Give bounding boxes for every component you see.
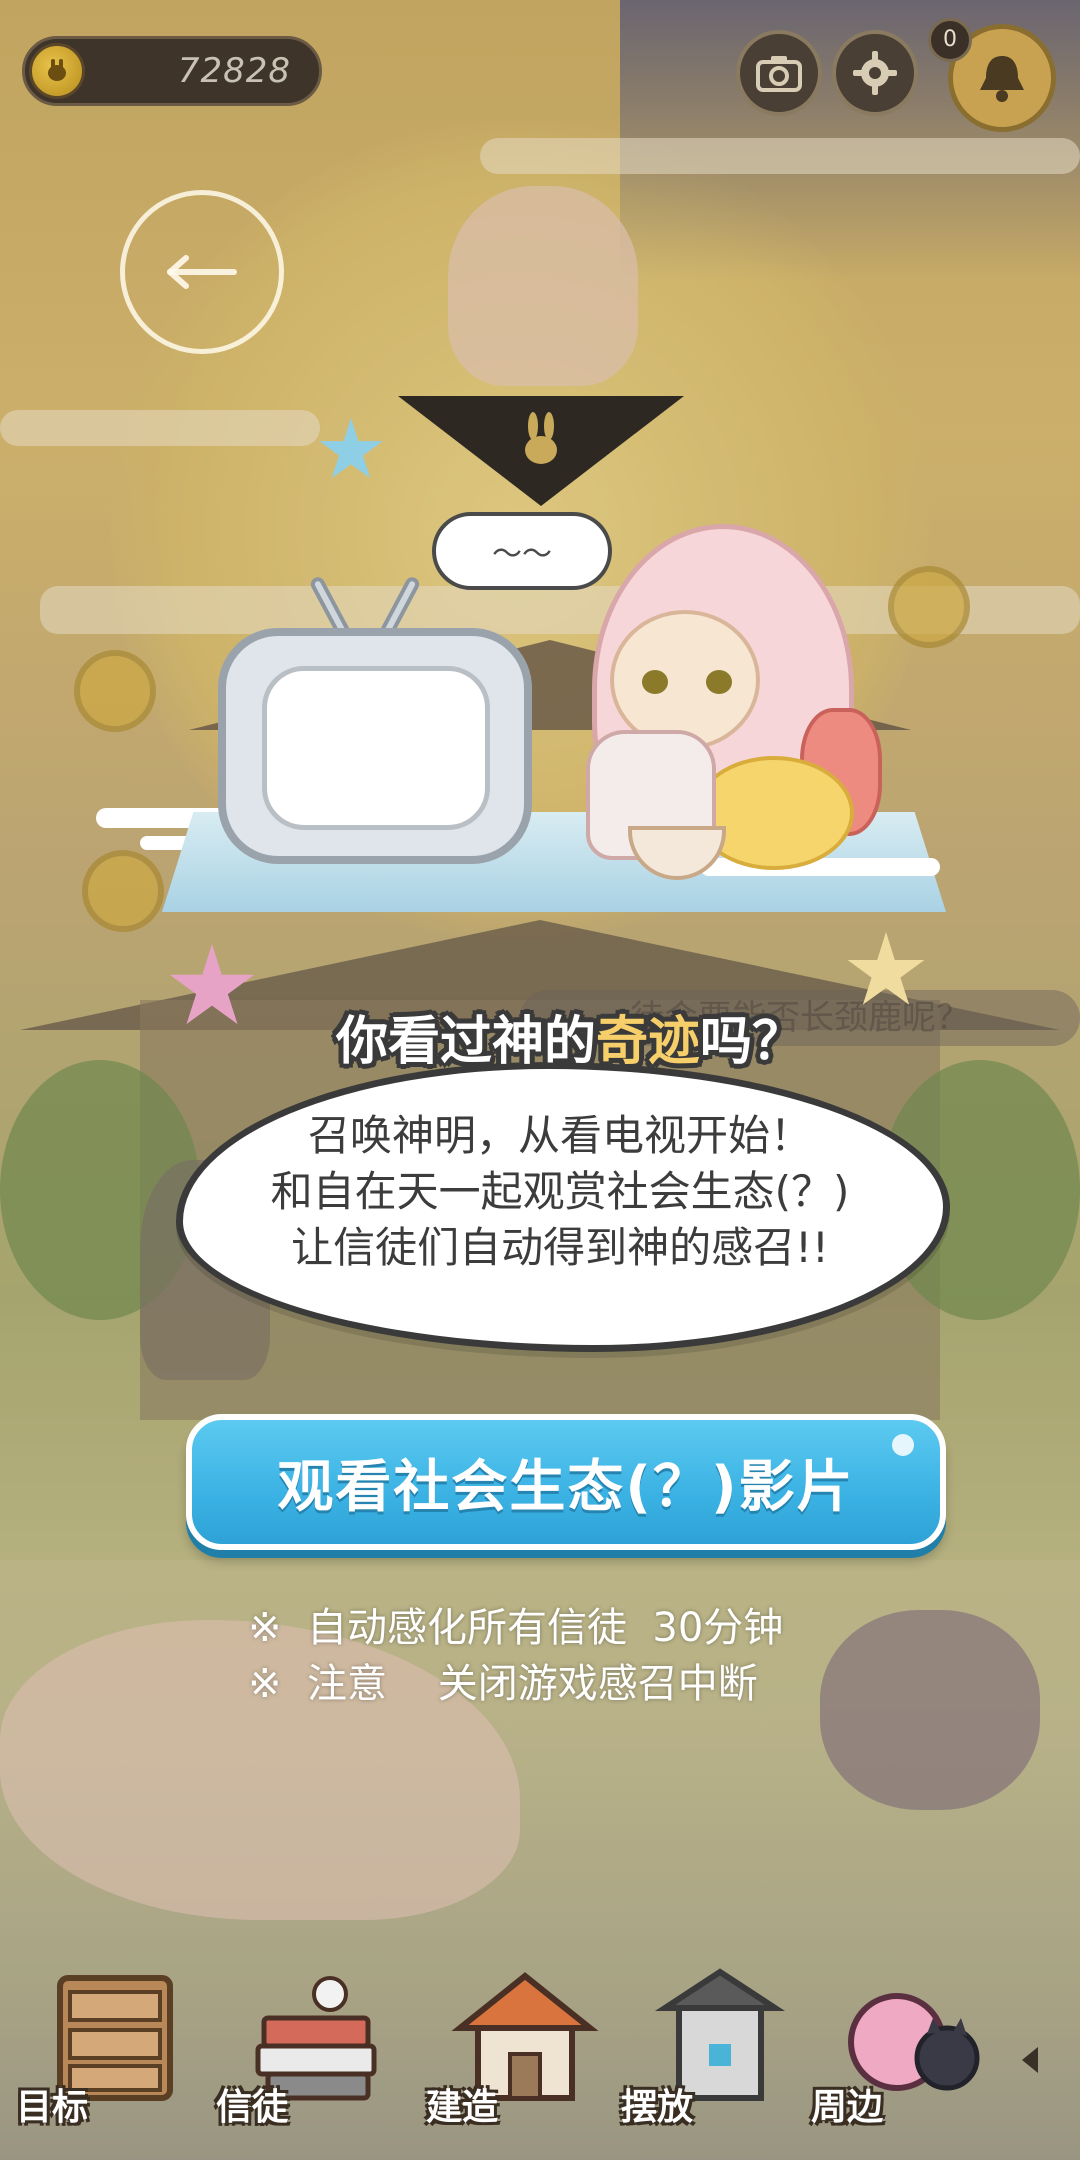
coin-icon [29, 43, 85, 99]
gear-icon [853, 51, 897, 95]
thought-bubble: 〜〜 [432, 512, 612, 590]
game-screen: 待会要能否长颈鹿呢？ 72828 0 〜〜 你看过神的奇迹吗？ 召唤神明，从看电… [0, 0, 1080, 2160]
nav-scroll-button[interactable] [1012, 2042, 1048, 2078]
note-duration: ※ 自动感化所有信徒 30分钟 [248, 1605, 784, 1651]
nav-label: 建造 [426, 2087, 499, 2128]
thought-scribble: 〜〜 [492, 537, 552, 572]
tv-screen [262, 666, 490, 830]
title-highlight: 奇迹 [595, 1012, 700, 1072]
nav-item-build[interactable]: 建造 [420, 1940, 620, 2160]
nav-label: 信徒 [216, 2087, 289, 2128]
title-text: 你看过神的 [335, 1012, 596, 1072]
chevron-left-icon [1022, 2047, 1038, 2073]
nav-label: 目标 [16, 2087, 89, 2128]
coin-counter: 72828 [22, 36, 322, 106]
description-line: 召唤神明，从看电视开始！ [307, 1111, 812, 1160]
nav-item-goals[interactable]: 目标 [10, 1940, 210, 2160]
television-icon [218, 628, 532, 864]
nav-item-place[interactable]: 摆放 [615, 1940, 815, 2160]
popup-description: 召唤神明，从看电视开始！ 和自在天一起观赏社会生态(？) 让信徒们自动得到神的感… [210, 1108, 910, 1276]
settings-button[interactable] [832, 30, 918, 116]
bottom-nav: 目标 信徒 建造 摆放 周边 [0, 1940, 1080, 2160]
description-line: 让信徒们自动得到神的感召!! [291, 1223, 829, 1272]
eye [642, 670, 668, 694]
camera-icon [756, 56, 802, 92]
note-warning: ※ 注意 关闭游戏感召中断 [248, 1661, 758, 1707]
back-arrow-icon [167, 255, 237, 289]
button-shine [892, 1434, 914, 1456]
title-text-end: 吗？ [700, 1012, 805, 1072]
watch-video-label: 观看社会生态(？)影片 [277, 1454, 855, 1520]
notification-badge: 0 [928, 18, 972, 62]
nav-item-followers[interactable]: 信徒 [210, 1940, 410, 2160]
nav-label: 摆放 [621, 2087, 694, 2128]
nav-item-merch[interactable]: 周边 [805, 1940, 1005, 2160]
back-button[interactable] [120, 190, 284, 354]
bell-icon [980, 56, 1024, 102]
description-line: 和自在天一起观赏社会生态(？) [270, 1167, 850, 1216]
popup-title: 你看过神的奇迹吗？ [290, 1000, 850, 1084]
coin-value: 72828 [177, 51, 291, 91]
camera-button[interactable] [736, 30, 822, 116]
rabbit-icon [525, 412, 557, 464]
goddess-face [610, 610, 760, 750]
watch-video-button[interactable]: 观看社会生态(？)影片 [186, 1414, 946, 1550]
eye [706, 670, 732, 694]
nav-label: 周边 [811, 2087, 884, 2128]
